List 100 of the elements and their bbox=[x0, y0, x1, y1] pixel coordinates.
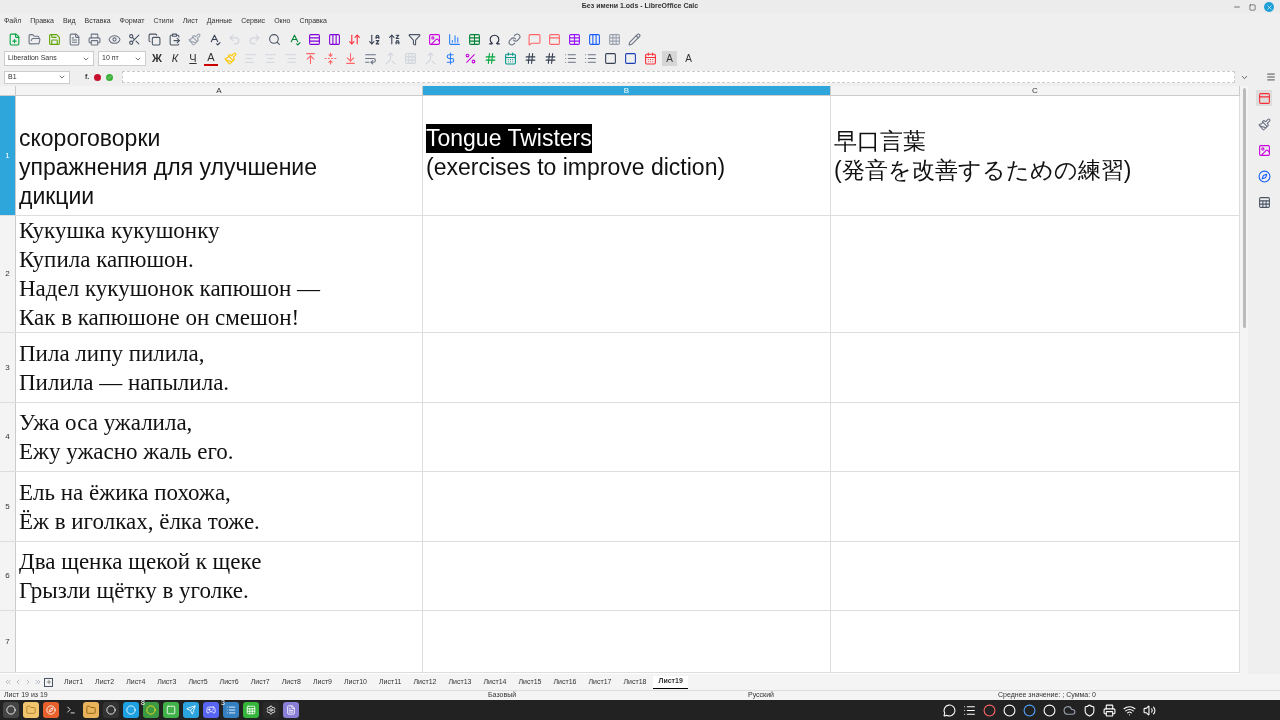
network-icon[interactable] bbox=[1122, 703, 1136, 717]
table-cell[interactable]: Ель на ёжика похожа, Ёж в иголках, ёлка тоже. bbox=[16, 472, 423, 541]
list-icon[interactable] bbox=[962, 703, 976, 717]
cell-text: Купила капюшон. bbox=[19, 246, 194, 274]
taskbar-button[interactable] bbox=[223, 702, 239, 718]
add-sheet-button[interactable] bbox=[44, 677, 53, 687]
table-cell[interactable]: Пила липу пилила, Пилила — напылила. bbox=[16, 333, 423, 402]
vertical-scrollbar[interactable] bbox=[1240, 86, 1248, 674]
shadow-button[interactable]: A bbox=[662, 51, 677, 66]
cell-text: Надел кукушонок капюшон — bbox=[19, 275, 321, 303]
wrap-text-icon[interactable] bbox=[363, 52, 377, 65]
dropdown-icon[interactable] bbox=[57, 73, 66, 81]
cancel-icon[interactable] bbox=[94, 73, 102, 81]
search-icon[interactable] bbox=[267, 32, 281, 46]
borders-icon[interactable] bbox=[603, 52, 617, 65]
save-icon[interactable] bbox=[47, 32, 61, 46]
italic-button[interactable]: К bbox=[168, 51, 182, 66]
row-header[interactable]: 6 bbox=[0, 542, 16, 610]
outline-button[interactable]: A bbox=[681, 51, 696, 66]
sort-ascending-icon[interactable] bbox=[367, 32, 381, 46]
copy-icon[interactable] bbox=[147, 32, 161, 46]
print-icon[interactable] bbox=[87, 32, 101, 46]
new-document-icon[interactable] bbox=[7, 32, 21, 46]
row-header[interactable]: 4 bbox=[0, 403, 16, 471]
table-cell[interactable]: скороговорки упражнения для улучшение дикции bbox=[16, 96, 423, 215]
shield-icon[interactable] bbox=[1082, 703, 1096, 717]
align-top-icon[interactable] bbox=[303, 52, 317, 65]
circle-icon bbox=[106, 705, 116, 715]
close-button[interactable] bbox=[1264, 2, 1274, 12]
cloud-icon[interactable] bbox=[1062, 703, 1076, 717]
cell-text: дикции bbox=[19, 182, 95, 211]
taskbar-button[interactable] bbox=[103, 702, 119, 718]
volume-icon[interactable] bbox=[1142, 703, 1156, 717]
chart-icon[interactable] bbox=[447, 32, 461, 46]
cell-text: Ёж в иголках, ёлка тоже. bbox=[19, 507, 260, 536]
maximize-icon[interactable] bbox=[1249, 3, 1256, 11]
date-icon[interactable] bbox=[503, 52, 517, 65]
taskbar-button[interactable] bbox=[3, 702, 19, 718]
formula-input[interactable] bbox=[122, 71, 1236, 83]
circle-icon[interactable] bbox=[982, 703, 996, 717]
terminal-icon bbox=[66, 705, 76, 715]
taskbar-button[interactable] bbox=[283, 702, 299, 718]
columns-icon[interactable] bbox=[327, 32, 341, 46]
cell-text: Кукушка кукушонку bbox=[19, 217, 220, 245]
comment-icon[interactable] bbox=[527, 32, 541, 46]
cell-text: Пилила — напылила. bbox=[19, 368, 230, 397]
folder-icon[interactable] bbox=[27, 32, 41, 46]
table-cell[interactable]: Ужа оса ужалила, Ежу ужасно жаль его. bbox=[16, 403, 423, 471]
styles-icon[interactable] bbox=[1257, 117, 1271, 131]
row-header[interactable]: 3 bbox=[0, 333, 16, 402]
accept-icon[interactable] bbox=[106, 73, 114, 81]
pencil-icon[interactable] bbox=[627, 32, 641, 46]
image-icon[interactable] bbox=[427, 32, 441, 46]
taskbar-button[interactable] bbox=[243, 702, 259, 718]
brush-icon[interactable] bbox=[187, 32, 201, 46]
gallery-icon[interactable] bbox=[1257, 143, 1271, 157]
navigator-icon[interactable] bbox=[1257, 169, 1271, 183]
percent-icon[interactable] bbox=[463, 52, 477, 65]
bold-button[interactable]: Ж bbox=[150, 51, 164, 66]
taskbar-button[interactable] bbox=[163, 702, 179, 718]
pivot-table-icon[interactable] bbox=[467, 32, 481, 46]
folder-icon bbox=[26, 705, 36, 715]
link-icon[interactable] bbox=[507, 32, 521, 46]
sort-icon[interactable] bbox=[347, 32, 361, 46]
paste-icon[interactable] bbox=[167, 32, 181, 46]
sort-descending-icon[interactable] bbox=[387, 32, 401, 46]
table-cell[interactable]: Два щенка щекой к щеке Грызли щётку в уголке. bbox=[16, 542, 423, 610]
chat-icon[interactable] bbox=[942, 703, 956, 717]
cut-icon[interactable] bbox=[127, 32, 141, 46]
header-icon[interactable] bbox=[547, 32, 561, 46]
taskbar-button[interactable] bbox=[43, 702, 59, 718]
omega-icon[interactable] bbox=[487, 32, 501, 46]
properties-icon[interactable] bbox=[1257, 91, 1271, 105]
taskbar-button[interactable] bbox=[263, 702, 279, 718]
row-header[interactable]: 2 bbox=[0, 216, 16, 332]
square-icon bbox=[166, 705, 176, 715]
list-icon bbox=[226, 705, 236, 715]
cell-text: Tongue Twisters bbox=[426, 124, 592, 153]
cell-text: упражнения для улучшение bbox=[19, 153, 317, 182]
printer-icon[interactable] bbox=[1102, 703, 1116, 717]
align-middle-icon[interactable] bbox=[323, 52, 337, 65]
taskbar-button[interactable] bbox=[123, 702, 139, 718]
table-icon[interactable] bbox=[567, 32, 581, 46]
cell-text: (exercises to improve diction) bbox=[426, 153, 726, 182]
color-button[interactable]: A bbox=[204, 51, 218, 66]
cell-text: Ежу ужасно жаль его. bbox=[19, 438, 234, 466]
rows-icon[interactable] bbox=[307, 32, 321, 46]
row-header[interactable]: 7 bbox=[0, 611, 16, 672]
preview-icon[interactable] bbox=[107, 32, 121, 46]
taskbar-button[interactable] bbox=[203, 702, 219, 718]
align-bottom-icon[interactable] bbox=[343, 52, 357, 65]
filter-icon[interactable] bbox=[407, 32, 421, 46]
grid-icon[interactable] bbox=[607, 32, 621, 46]
taskbar-button[interactable] bbox=[183, 702, 199, 718]
underline-button[interactable]: Ч bbox=[186, 51, 200, 66]
table-cell[interactable]: Tongue Twisters (exercises to improve diction) bbox=[423, 96, 831, 215]
table-cell[interactable]: Кукушка кукушонку Купила капюшон. Надел кукушонок капюшон — Как в капюшоне он смешон! bbox=[16, 216, 423, 332]
row-header[interactable]: 5 bbox=[0, 472, 16, 541]
menu-icon[interactable] bbox=[1266, 72, 1276, 82]
number-icon[interactable] bbox=[483, 52, 497, 65]
